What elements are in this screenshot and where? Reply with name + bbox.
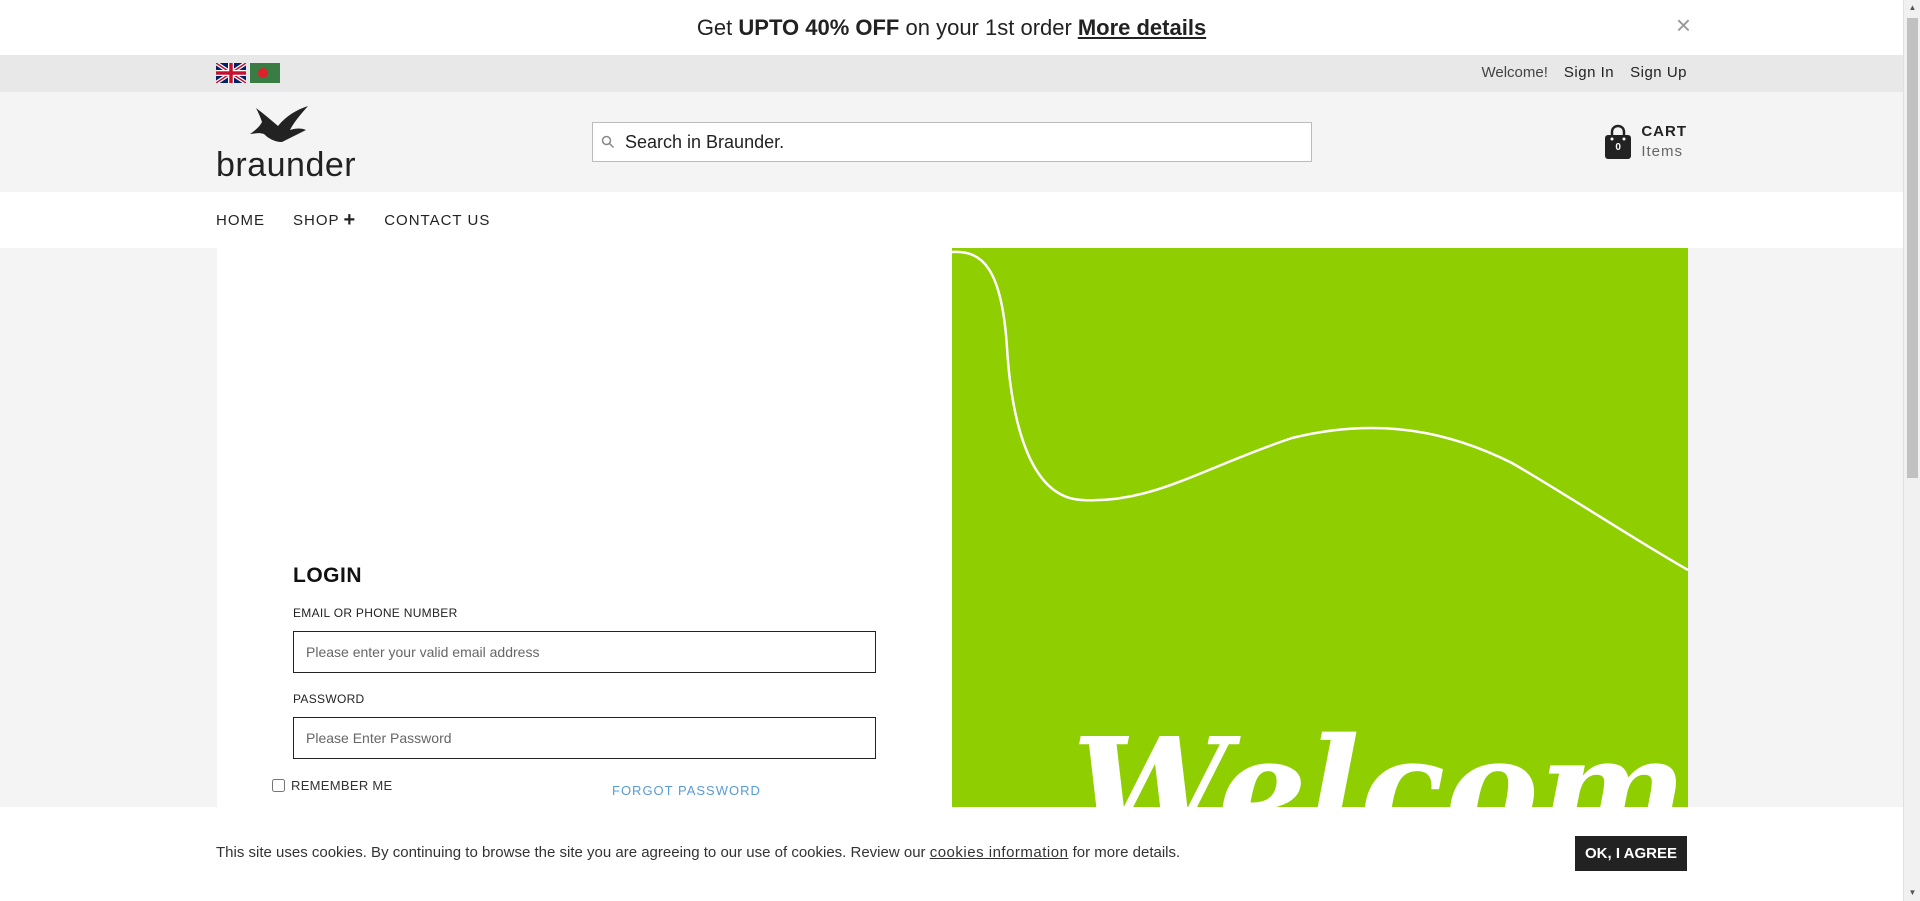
cookie-text-after: for more details. xyxy=(1072,844,1181,861)
password-label: PASSWORD xyxy=(293,692,365,706)
nav-shop-label: SHOP xyxy=(293,211,340,229)
cookie-message: This site uses cookies. By continuing to… xyxy=(216,844,1180,861)
search-icon xyxy=(601,135,615,149)
nav-item-contact[interactable]: CONTACT US xyxy=(384,210,490,230)
nav-item-home[interactable]: HOME xyxy=(216,210,265,230)
language-selector xyxy=(216,63,280,83)
close-icon[interactable]: × xyxy=(1676,12,1691,38)
bangladesh-flag-icon[interactable] xyxy=(250,63,280,83)
promo-bar: Get UPTO 40% OFF on your 1st order More … xyxy=(0,0,1903,55)
remember-me-label: REMEMBER ME xyxy=(291,778,393,793)
sign-up-link[interactable]: Sign Up xyxy=(1630,64,1687,81)
cookie-agree-button[interactable]: OK, I AGREE xyxy=(1575,836,1687,871)
remember-me-checkbox[interactable] xyxy=(272,779,285,792)
sign-in-link[interactable]: Sign In xyxy=(1564,64,1614,81)
cart-items-label: Items xyxy=(1641,143,1684,160)
main-nav: HOME SHOP + CONTACT US xyxy=(0,192,1903,248)
utility-bar: Welcome! Sign In Sign Up xyxy=(0,55,1903,92)
site-header: braunder 0 CART Items xyxy=(0,92,1903,192)
cookies-information-link[interactable]: cookies information xyxy=(930,844,1069,861)
page-scrollbar[interactable]: ▲ ▼ xyxy=(1903,0,1920,901)
uk-flag-icon[interactable] xyxy=(216,63,246,83)
search-input[interactable] xyxy=(625,131,1305,153)
promo-highlight: UPTO 40% OFF xyxy=(738,14,900,40)
cart-widget[interactable]: 0 CART Items xyxy=(1603,122,1687,162)
forgot-password-link[interactable]: FORGOT PASSWORD xyxy=(612,783,761,798)
cookie-text-before: This site uses cookies. By continuing to… xyxy=(216,844,926,861)
nav-item-shop[interactable]: SHOP + xyxy=(293,210,356,230)
password-field[interactable] xyxy=(293,717,876,759)
shopping-bag-icon: 0 xyxy=(1603,124,1633,160)
nav-contact-label: CONTACT US xyxy=(384,211,491,229)
login-title: LOGIN xyxy=(293,564,362,587)
welcome-banner: Welcome xyxy=(952,248,1688,808)
remember-me: REMEMBER ME xyxy=(272,778,393,793)
scroll-up-icon[interactable]: ▲ xyxy=(1907,2,1918,14)
promo-suffix: on your 1st order xyxy=(905,14,1072,40)
welcome-banner-art: Welcome xyxy=(952,250,1688,808)
cart-count: 0 xyxy=(1615,142,1621,153)
promo-prefix: Get xyxy=(696,14,733,40)
email-field[interactable] xyxy=(293,631,876,673)
login-panel: LOGIN EMAIL OR PHONE NUMBER PASSWORD REM… xyxy=(217,248,952,808)
welcome-text: Welcome xyxy=(1072,708,1688,808)
search-bar[interactable] xyxy=(592,122,1312,162)
scroll-thumb[interactable] xyxy=(1907,18,1918,478)
scroll-down-icon[interactable]: ▼ xyxy=(1907,887,1918,899)
email-label: EMAIL OR PHONE NUMBER xyxy=(293,606,458,620)
plus-icon: + xyxy=(343,209,357,231)
welcome-text: Welcome! xyxy=(1481,64,1548,81)
nav-home-label: HOME xyxy=(216,211,265,229)
logo-text: braunder xyxy=(216,146,357,184)
cart-label: CART xyxy=(1641,123,1687,140)
cookie-banner: This site uses cookies. By continuing to… xyxy=(0,807,1903,901)
promo-more-details-link[interactable]: More details xyxy=(1078,15,1206,41)
